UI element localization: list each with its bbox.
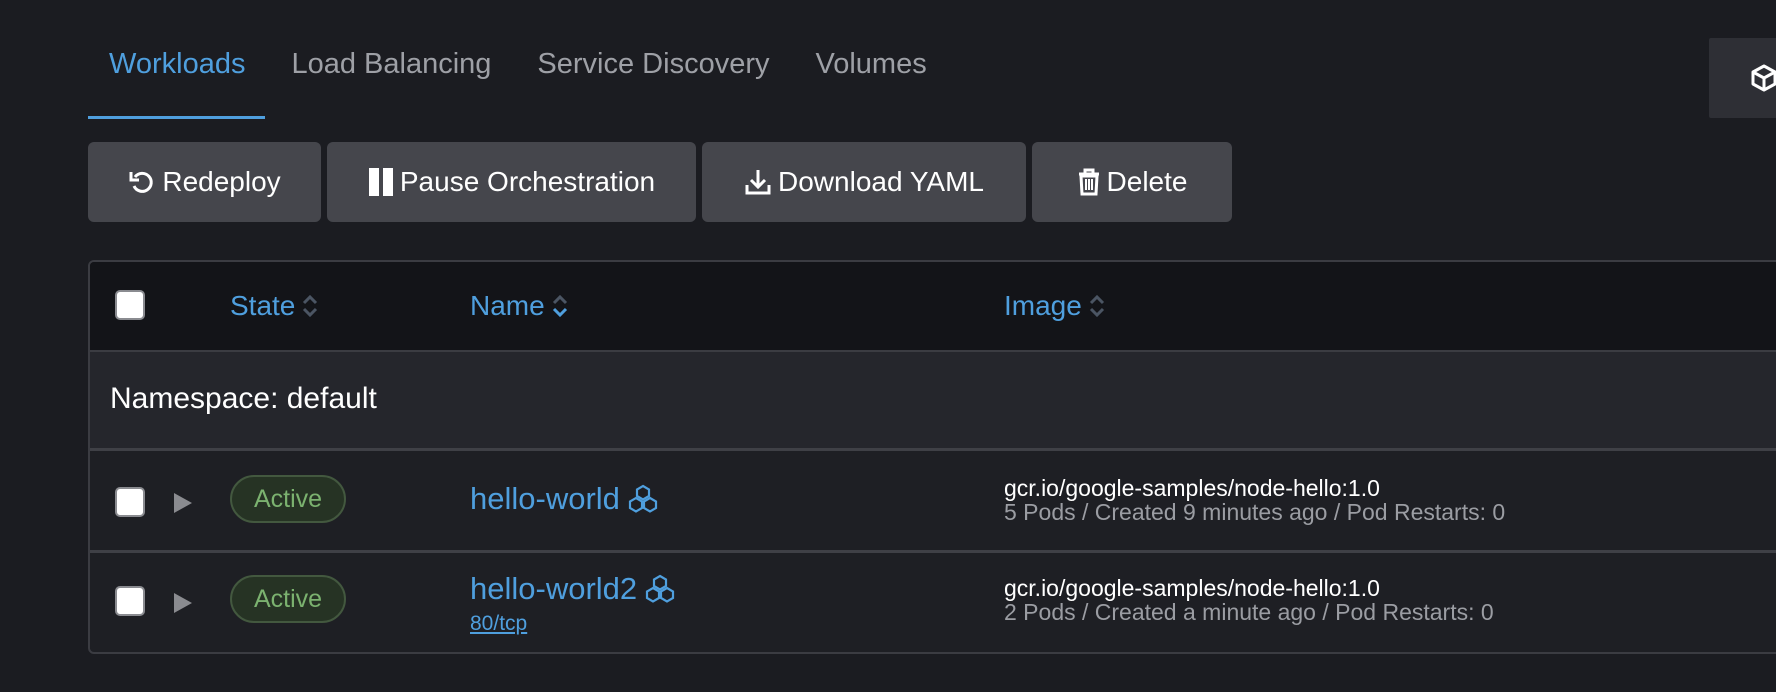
- workload-link[interactable]: hello-world: [470, 481, 658, 517]
- sort-icon: [303, 294, 318, 318]
- deployment-cubes-icon: [628, 484, 658, 513]
- table-row: Active hello-world2 80/tcp gcr.io/google…: [90, 550, 1776, 649]
- workload-tabs: Workloads Load Balancing Service Discove…: [88, 30, 973, 120]
- row-checkbox[interactable]: [115, 586, 145, 616]
- image-name: gcr.io/google-samples/node-hello:1.0: [1004, 475, 1380, 501]
- workload-meta: 5 Pods / Created 9 minutes ago / Pod Res…: [1004, 499, 1506, 525]
- redeploy-button[interactable]: Redeploy: [88, 142, 321, 222]
- namespace-group-row: Namespace: default: [90, 352, 1776, 451]
- status-badge: Active: [230, 475, 346, 523]
- sort-down-icon: [552, 294, 567, 318]
- tab-workloads[interactable]: Workloads: [88, 30, 266, 119]
- bulk-actions: Redeploy Pause Orchestration Download YA…: [88, 142, 1238, 222]
- delete-label: Delete: [1106, 166, 1188, 197]
- column-header-name[interactable]: Name: [470, 290, 569, 322]
- cube-icon: [1751, 64, 1776, 92]
- workload-name: hello-world: [470, 481, 620, 516]
- workloads-table: State Name Image Namespace: default Acti…: [88, 260, 1776, 654]
- expand-icon[interactable]: [172, 591, 194, 615]
- table-row: Active hello-world gcr.io/google-samples…: [90, 451, 1776, 550]
- tab-volumes[interactable]: Volumes: [815, 30, 926, 119]
- redeploy-icon: [129, 171, 154, 193]
- port-link[interactable]: 80/tcp: [470, 612, 527, 636]
- status-badge: Active: [230, 575, 346, 623]
- tab-service-discovery[interactable]: Service Discovery: [537, 30, 769, 119]
- row-checkbox[interactable]: [115, 487, 145, 517]
- workload-meta: 2 Pods / Created a minute ago / Pod Rest…: [1004, 599, 1494, 625]
- namespace-label: Namespace: default: [110, 382, 377, 415]
- pause-orchestration-label: Pause Orchestration: [399, 166, 656, 197]
- download-yaml-label: Download YAML: [778, 166, 984, 197]
- deploy-button[interactable]: [1709, 38, 1776, 118]
- select-all-checkbox[interactable]: [115, 290, 145, 320]
- pause-orchestration-button[interactable]: Pause Orchestration: [327, 142, 696, 222]
- sort-icon: [1089, 294, 1104, 318]
- trash-icon: [1078, 168, 1099, 196]
- column-header-state[interactable]: State: [230, 290, 319, 322]
- state-header-label: State: [230, 290, 296, 321]
- redeploy-label: Redeploy: [162, 166, 281, 197]
- name-header-label: Name: [470, 290, 545, 321]
- table-header: State Name Image: [90, 262, 1776, 352]
- workload-link[interactable]: hello-world2: [470, 571, 675, 607]
- delete-button[interactable]: Delete: [1032, 142, 1232, 222]
- expand-icon[interactable]: [172, 491, 194, 515]
- pause-icon: [368, 168, 393, 196]
- download-icon: [745, 170, 771, 195]
- deployment-cubes-icon: [646, 574, 675, 603]
- column-header-image[interactable]: Image: [1004, 290, 1106, 322]
- tab-load-balancing[interactable]: Load Balancing: [291, 30, 491, 119]
- image-name: gcr.io/google-samples/node-hello:1.0: [1004, 575, 1380, 601]
- image-header-label: Image: [1004, 290, 1082, 321]
- workload-name: hello-world2: [470, 571, 638, 606]
- download-yaml-button[interactable]: Download YAML: [702, 142, 1026, 222]
